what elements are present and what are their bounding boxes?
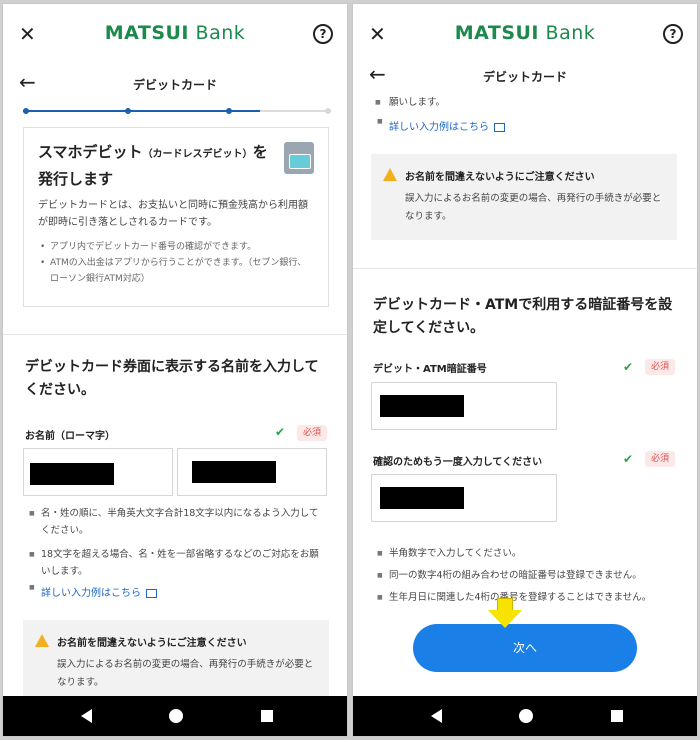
external-link-icon [146,588,157,598]
page-title: デビットカード [132,78,217,92]
progress-step-1 [23,108,29,114]
progress-step-3 [226,108,233,114]
app-header: ✕ MATSUI Bank ? [3,4,347,62]
checkmark-icon: ✔ [623,360,634,374]
redacted-value [380,487,464,509]
info-card-description: デビットカードとは、お支払いと同時に預金残高から利用額が即時に引き落としされるカ… [38,200,308,228]
checkmark-icon: ✔ [275,425,286,439]
system-home-icon[interactable] [519,709,533,723]
pin-field-label: デビット・ATM暗証番号 [373,364,487,375]
system-recents-icon[interactable] [611,710,623,722]
info-card: スマホデビット（カードレスデビット）を発行します デビットカードとは、お支払いと… [23,127,329,307]
info-card-bullets: アプリ内でデビットカード番号の確認ができます。 ATMの入出金はアプリから行うこ… [38,239,314,287]
pin-input[interactable] [371,382,557,430]
input-example-link[interactable]: 詳しい入力例はこちら [29,584,157,599]
progress-bar [23,108,331,114]
checkmark-icon: ✔ [623,452,634,466]
warning-icon [35,634,49,647]
warning-box: お名前を間違えないようにご注意ください 誤入力によるお名前の変更の場合、再発行の… [23,620,329,700]
system-home-icon[interactable] [169,709,183,723]
note-item: 18文字を超える場合、名・姓を一部省略するなどのご対応をお願いします。 [29,546,325,580]
name-field-label: お名前（ローマ字） [25,431,115,442]
pin-section-title: デビットカード・ATMで利用する暗証番号を設定してください。 [373,297,673,336]
note-item: 半角数字で入力してください。 [377,545,677,562]
nav-bar: ← デビットカード [3,62,347,106]
info-card-title: スマホデビット（カードレスデビット）を発行します [38,143,268,188]
system-recents-icon[interactable] [261,710,273,722]
warning-title: お名前を間違えないようにご注意ください [57,638,247,649]
section-divider [3,334,347,335]
progress-fill [23,110,261,112]
page-title: デビットカード [482,70,567,84]
redacted-value [192,461,276,483]
phone-screen-left: ✕ MATSUI Bank ? ← デビットカード スマホデビット（カードレスデ… [2,3,348,737]
redacted-value [380,395,464,417]
warning-box: お名前を間違えないようにご注意ください 誤入力によるお名前の変更の場合、再発行の… [371,154,677,240]
warning-icon [383,168,397,181]
section-divider [353,268,697,269]
help-icon[interactable]: ? [313,24,333,44]
warning-body: 誤入力によるお名前の変更の場合、再発行の手続きが必要となります。 [57,659,314,688]
arrow-head [488,610,522,628]
android-nav-bar [353,696,697,736]
progress-step-2 [124,108,131,114]
note-continued: 願いします。 [375,94,675,111]
warning-title: お名前を間違えないようにご注意ください [405,172,595,183]
help-icon[interactable]: ? [663,24,683,44]
phone-screen-right: ✕ MATSUI Bank ? ← デビットカード 願いします。 詳しい入力例は… [352,3,698,737]
required-badge: 必須 [297,425,327,441]
arrow-stem [497,598,513,610]
list-item: ATMの入出金はアプリから行うことができます。（セブン銀行、ローソン銀行ATM対… [38,255,314,287]
name-section-title: デビットカード券面に表示する名前を入力してください。 [25,359,319,398]
note-item: 名・姓の順に、半角英大文字合計18文字以内になるよう入力してください。 [29,505,325,539]
system-back-icon[interactable] [431,709,442,723]
list-item: アプリ内でデビットカード番号の確認ができます。 [38,239,314,255]
required-badge: 必須 [645,451,675,467]
debit-card-icon [284,142,314,174]
logo: MATSUI Bank [454,22,596,44]
redacted-value [30,463,114,485]
system-back-icon[interactable] [81,709,92,723]
nav-bar: ← デビットカード [353,54,697,98]
input-example-link[interactable]: 詳しい入力例はこちら [377,118,505,133]
screenshot-stage: ✕ MATSUI Bank ? ← デビットカード スマホデビット（カードレスデ… [0,0,700,740]
android-nav-bar [3,696,347,736]
next-button[interactable]: 次へ [413,624,637,672]
pin-confirm-input[interactable] [371,474,557,522]
required-badge: 必須 [645,359,675,375]
external-link-icon [494,122,505,132]
logo: MATSUI Bank [104,22,246,44]
last-name-input[interactable] [177,448,327,496]
pin-confirm-label: 確認のためもう一度入力してください [373,457,543,468]
note-item: 同一の数字4桁の組み合わせの暗証番号は登録できません。 [377,567,677,584]
first-name-input[interactable] [23,448,173,496]
warning-body: 誤入力によるお名前の変更の場合、再発行の手続きが必要となります。 [405,193,662,222]
progress-step-4 [325,108,331,114]
note-item: 生年月日に関連した4桁の番号を登録することはできません。 [377,589,677,606]
